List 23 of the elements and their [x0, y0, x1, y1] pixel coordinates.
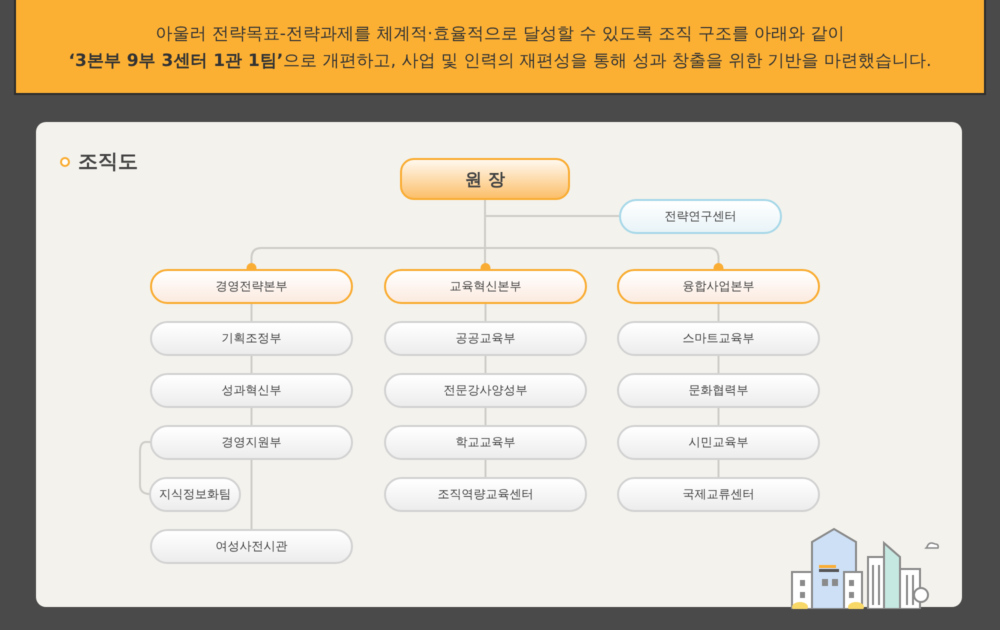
- org-node: 학교교육부: [384, 425, 587, 460]
- org-node: 경영전략본부: [150, 269, 353, 304]
- org-node: 조직역량교육센터: [384, 477, 587, 512]
- intro-text: 아울러 전략목표-전략과제를 체계적·효율적으로 달성할 수 있도록 조직 구조를 아래와 같이: [155, 22, 845, 44]
- intro-text: ‘3본부 9부 3센터 1관 1팀’으로 개편하고, 사업 및 인력의 재편성을 통해 성과 창출을 위한 기반을 마련했습니다.: [68, 50, 932, 72]
- bullet-icon: [60, 156, 70, 166]
- org-node: 전략연구센터: [619, 199, 782, 234]
- org-node: 기획조정부: [150, 321, 353, 356]
- org-node: 국제교류센터: [617, 477, 820, 512]
- chart-title: 조직도: [78, 148, 138, 175]
- org-node: 문화협력부: [617, 373, 820, 408]
- connector-line: [139, 441, 152, 495]
- org-node: 경영지원부: [150, 425, 353, 460]
- org-node: 전문강사양성부: [384, 373, 587, 408]
- org-node: 교육혁신본부: [384, 269, 587, 304]
- org-node: 여성사전시관: [150, 529, 353, 564]
- org-node: 성과혁신부: [150, 373, 353, 408]
- org-node: 공공교육부: [384, 321, 587, 356]
- org-node: 시민교육부: [617, 425, 820, 460]
- org-node: 융합사업본부: [617, 269, 820, 304]
- org-node: 원 장: [400, 158, 570, 200]
- org-node: 스마트교육부: [617, 321, 820, 356]
- org-node: 지식정보화팀: [149, 477, 241, 512]
